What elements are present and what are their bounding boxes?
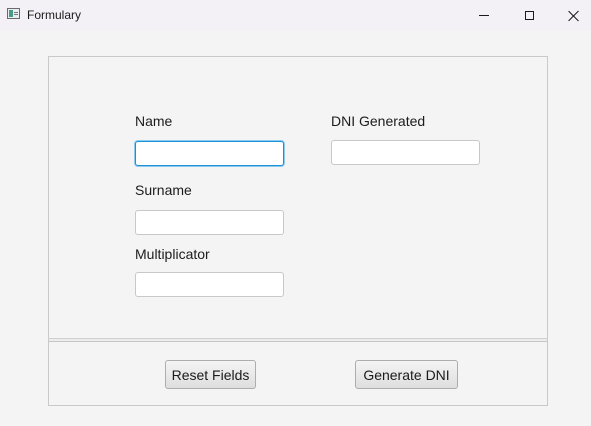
formulary-window: Formulary Name DNI Generated Surname Mul… (0, 0, 591, 426)
close-button[interactable] (551, 0, 591, 31)
close-icon (568, 10, 580, 22)
surname-input[interactable] (135, 210, 284, 235)
dni-generated-field[interactable] (331, 140, 480, 165)
form-separator (49, 338, 547, 342)
surname-label: Surname (135, 182, 192, 198)
window-title: Formulary (27, 8, 82, 22)
title-bar[interactable]: Formulary (0, 0, 591, 31)
app-icon (7, 8, 20, 19)
minimize-icon (479, 15, 489, 16)
form-panel (48, 56, 548, 406)
generate-dni-button[interactable]: Generate DNI (355, 360, 458, 389)
minimize-button[interactable] (461, 0, 507, 31)
reset-fields-button[interactable]: Reset Fields (165, 360, 256, 389)
name-label: Name (135, 113, 173, 129)
name-input[interactable] (135, 141, 284, 166)
dni-generated-label: DNI Generated (331, 113, 426, 129)
maximize-icon (524, 11, 534, 20)
multiplicator-label: Multiplicator (135, 246, 210, 262)
multiplicator-input[interactable] (135, 272, 284, 297)
maximize-button[interactable] (506, 0, 552, 31)
